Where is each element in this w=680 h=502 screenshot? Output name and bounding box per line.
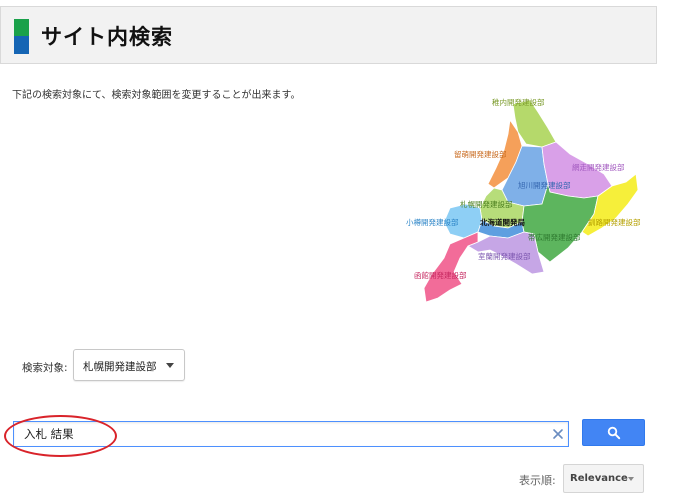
search-icon	[607, 426, 621, 440]
map-label-otaru: 小樽開発建設部	[406, 217, 459, 227]
sort-label: 表示順:	[519, 474, 556, 487]
search-target-label: 検索対象:	[22, 362, 68, 374]
search-field[interactable]	[13, 421, 569, 447]
page-title: サイト内検索	[41, 25, 173, 49]
clear-icon[interactable]	[550, 426, 566, 442]
map-label-asahikawa: 旭川開発建設部	[518, 180, 571, 190]
search-target-selected: 札幌開発建設部	[83, 361, 157, 373]
chevron-down-icon	[166, 363, 174, 368]
site-logo	[14, 19, 29, 54]
search-button[interactable]	[582, 419, 645, 446]
map-label-kushiro: 釧路開発建設部	[588, 217, 641, 227]
sort-selected: Relevance	[570, 473, 628, 484]
search-target-dropdown[interactable]: 札幌開発建設部	[73, 349, 185, 381]
map-label-muroran: 室蘭開発建設部	[478, 251, 531, 261]
map-label-sapporo: 札幌開発建設部	[460, 199, 513, 209]
map-region-hakodate	[423, 231, 479, 303]
chevron-down-icon	[628, 477, 634, 481]
map-label-wakkanai: 稚内開発建設部	[492, 97, 545, 107]
map-label-hq: 北海道開発局	[480, 217, 525, 227]
sort-dropdown[interactable]: Relevance	[563, 464, 644, 493]
map-label-hakodate: 函館開発建設部	[414, 270, 467, 280]
page-header: サイト内検索	[0, 6, 657, 64]
hokkaido-region-map: 稚内開発建設部 留萌開発建設部 網走開発建設部 旭川開発建設部 札幌開発建設部 …	[398, 92, 660, 312]
search-input[interactable]	[24, 425, 534, 443]
intro-text: 下記の検索対象にて、検索対象範囲を変更することが出来ます。	[12, 90, 301, 101]
map-label-rumoi: 留萌開発建設部	[454, 149, 507, 159]
map-label-abashiri: 網走開発建設部	[572, 162, 625, 172]
map-label-obihiro: 帯広開発建設部	[528, 232, 581, 242]
